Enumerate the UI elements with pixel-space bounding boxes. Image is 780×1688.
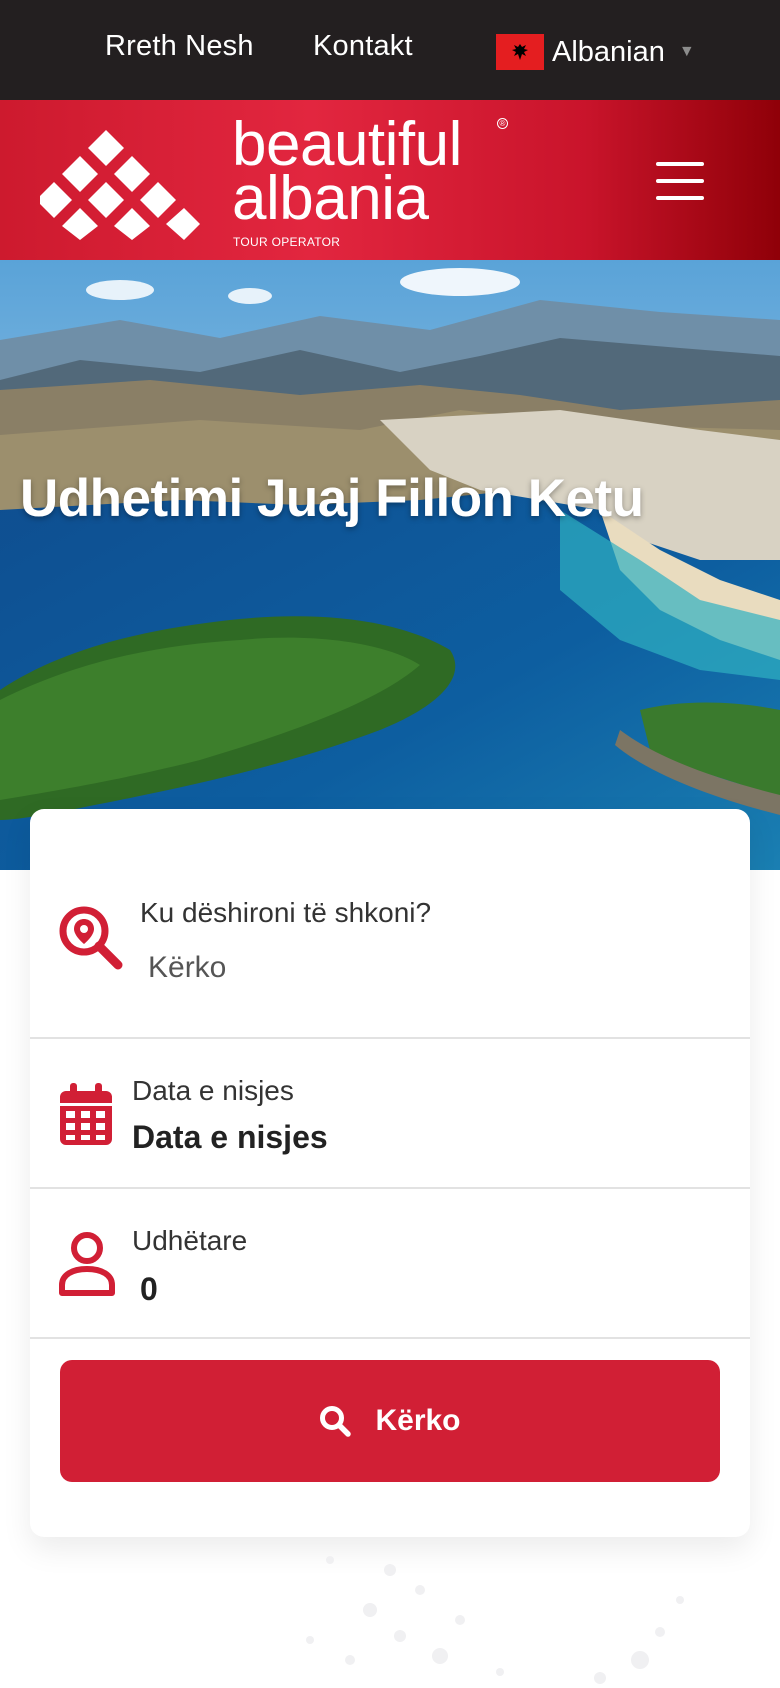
caret-down-icon: ▼ bbox=[678, 43, 695, 60]
destination-field[interactable]: Ku dëshironi të shkoni? bbox=[30, 809, 750, 1039]
travelers-count[interactable]: 0 bbox=[140, 1271, 158, 1308]
calendar-icon bbox=[60, 1083, 112, 1145]
search-card: Ku dëshironi të shkoni? Data e nisjes Da… bbox=[30, 809, 750, 1537]
search-button[interactable]: Kërko bbox=[60, 1360, 720, 1482]
brand-subtitle: TOUR OPERATOR bbox=[233, 235, 341, 249]
hero-title: Udhetimi Juaj Fillon Ketu bbox=[20, 469, 644, 528]
albania-flag-icon bbox=[496, 34, 544, 70]
travelers-label: Udhëtare bbox=[132, 1225, 248, 1256]
brand-name: beautiful albania bbox=[232, 114, 462, 233]
nav-link-contact[interactable]: Kontakt bbox=[313, 30, 413, 63]
hero-coastline-image bbox=[0, 260, 780, 870]
destination-label: Ku dëshironi të shkoni? bbox=[140, 897, 432, 928]
destination-input[interactable] bbox=[140, 941, 700, 995]
registered-mark: ® bbox=[497, 118, 508, 129]
decorative-dots-pattern bbox=[306, 1556, 684, 1684]
user-icon bbox=[59, 1232, 115, 1296]
hero-banner: Udhetimi Juaj Fillon Ketu bbox=[0, 260, 780, 870]
departure-date-field[interactable]: Data e nisjes Data e nisjes bbox=[30, 1039, 750, 1189]
language-selector[interactable]: Albanian ▼ bbox=[496, 34, 695, 70]
language-label: Albanian bbox=[552, 35, 665, 68]
nav-link-about[interactable]: Rreth Nesh bbox=[105, 30, 254, 63]
location-search-icon bbox=[59, 906, 123, 970]
hamburger-menu-icon[interactable] bbox=[656, 162, 704, 200]
travelers-field[interactable]: Udhëtare 0 bbox=[30, 1189, 750, 1339]
brand-name-line2: albania bbox=[232, 164, 429, 233]
beautiful-albania-logo-icon[interactable] bbox=[40, 128, 200, 240]
top-bar: Rreth Nesh Kontakt Albanian ▼ bbox=[0, 0, 780, 100]
departure-date-value[interactable]: Data e nisjes bbox=[132, 1119, 328, 1156]
search-icon bbox=[320, 1406, 352, 1437]
departure-date-label: Data e nisjes bbox=[132, 1075, 294, 1106]
search-button-label: Kërko bbox=[375, 1404, 461, 1437]
